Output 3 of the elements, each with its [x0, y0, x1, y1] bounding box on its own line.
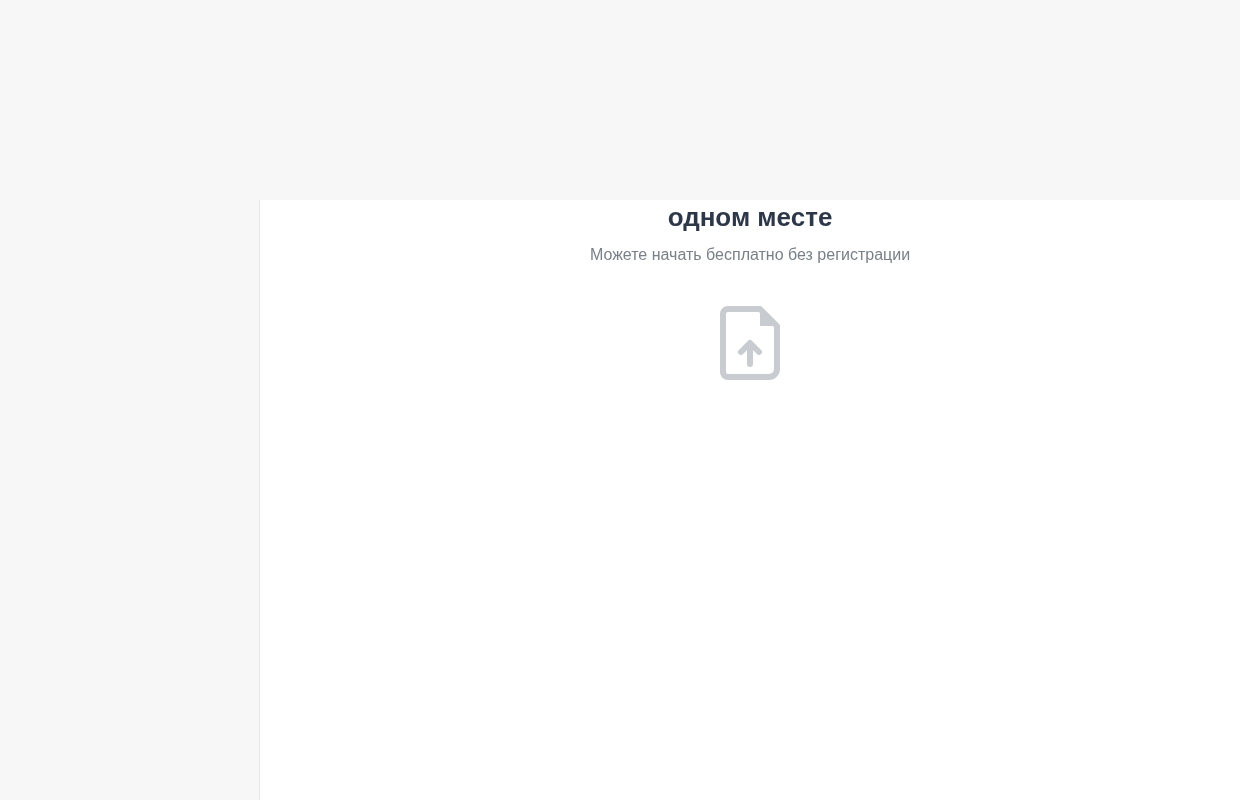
- file-upload-icon: [720, 306, 780, 380]
- subtitle: Можете начать бесплатно без регистрации: [589, 246, 911, 264]
- heading: одном месте: [667, 202, 833, 232]
